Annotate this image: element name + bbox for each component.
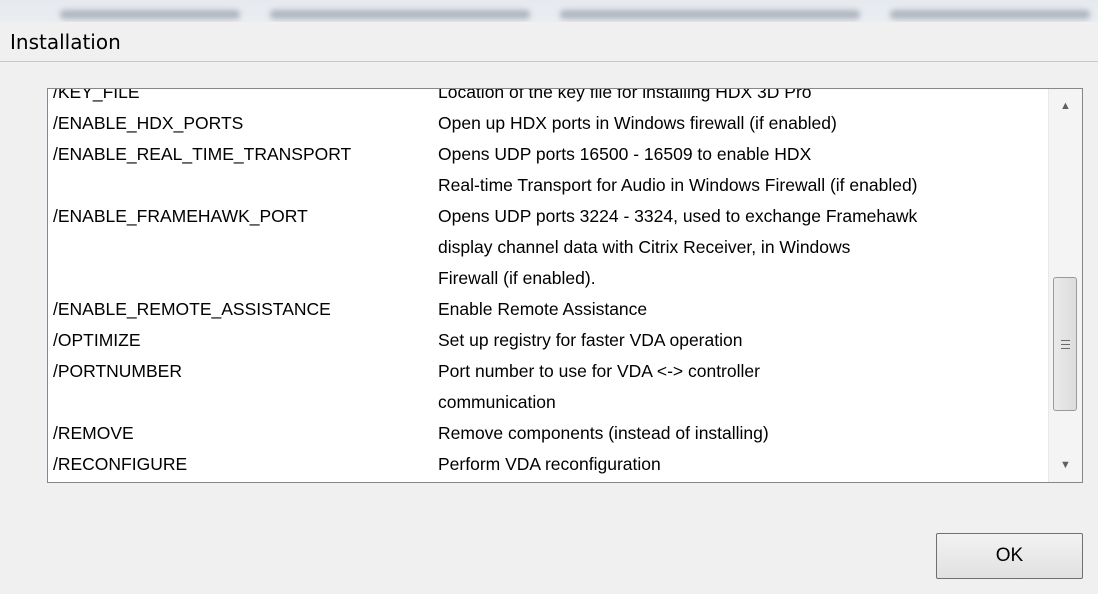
option-name: /ENABLE_FRAMEHAWK_PORT [53, 206, 308, 226]
options-listbox[interactable]: /KEY_FILE Location of the key file for in… [47, 88, 1083, 483]
title-separator [0, 61, 1098, 62]
option-description: Perform VDA reconfiguration [438, 454, 661, 474]
list-row[interactable]: /ENABLE_HDX_PORTS Open up HDX ports in Wi… [48, 108, 1048, 139]
installation-dialog: Installation /KEY_FILE Location of the ke… [0, 22, 1098, 594]
ok-button[interactable]: OK [936, 533, 1083, 579]
options-list: /KEY_FILE Location of the key file for in… [48, 88, 1048, 480]
option-description: Set up registry for faster VDA operation [438, 330, 743, 350]
scroll-down-arrow-icon[interactable]: ▼ [1049, 448, 1082, 482]
scroll-up-arrow-icon[interactable]: ▲ [1049, 89, 1082, 123]
dialog-title: Installation [10, 30, 121, 54]
option-description: Opens UDP ports 16500 - 16509 to enable … [438, 144, 812, 164]
list-row[interactable]: /OPTIMIZE Set up registry for faster VDA … [48, 325, 1048, 356]
option-description: Real-time Transport for Audio in Windows… [438, 175, 918, 195]
scroll-thumb[interactable] [1053, 277, 1077, 411]
list-row[interactable]: Real-time Transport for Audio in Windows… [48, 170, 1048, 201]
list-row[interactable]: /ENABLE_REMOTE_ASSISTANCE Enable Remote A… [48, 294, 1048, 325]
option-name: /REMOVE [53, 423, 134, 443]
vertical-scrollbar[interactable]: ▲ ▼ [1048, 89, 1082, 482]
list-row[interactable]: /ENABLE_REAL_TIME_TRANSPORT Opens UDP por… [48, 139, 1048, 170]
option-name: /KEY_FILE [53, 88, 140, 102]
option-description: display channel data with Citrix Receive… [438, 237, 851, 257]
option-name: /ENABLE_REAL_TIME_TRANSPORT [53, 144, 352, 164]
option-description: Port number to use for VDA <-> controlle… [438, 361, 760, 381]
option-description: Enable Remote Assistance [438, 299, 648, 319]
option-name: /PORTNUMBER [53, 361, 182, 381]
option-name: /ENABLE_REMOTE_ASSISTANCE [53, 299, 331, 319]
list-row[interactable]: display channel data with Citrix Receive… [48, 232, 1048, 263]
option-description: communication [438, 392, 556, 412]
list-row[interactable]: Firewall (if enabled). [48, 263, 1048, 294]
option-description: Opens UDP ports 3224 - 3324, used to exc… [438, 206, 918, 226]
list-row[interactable]: /PORTNUMBER Port number to use for VDA <-… [48, 356, 1048, 387]
list-row[interactable]: communication [48, 387, 1048, 418]
list-row[interactable]: /RECONFIGURE Perform VDA reconfiguration [48, 449, 1048, 480]
option-description: Firewall (if enabled). [438, 268, 596, 288]
option-description: Open up HDX ports in Windows firewall (i… [438, 113, 837, 133]
option-description: Location of the key file for installing … [438, 88, 812, 102]
dialog-titlebar: Installation [0, 22, 1098, 62]
option-name: /OPTIMIZE [53, 330, 141, 350]
option-name: /RECONFIGURE [53, 454, 188, 474]
list-row[interactable]: /KEY_FILE Location of the key file for in… [48, 88, 1048, 108]
list-row[interactable]: /ENABLE_FRAMEHAWK_PORT Opens UDP ports 32… [48, 201, 1048, 232]
option-description: Remove components (instead of installing… [438, 423, 769, 443]
option-name: /ENABLE_HDX_PORTS [53, 113, 244, 133]
list-row[interactable]: /REMOVE Remove components (instead of ins… [48, 418, 1048, 449]
scroll-grip-icon [1060, 339, 1070, 349]
